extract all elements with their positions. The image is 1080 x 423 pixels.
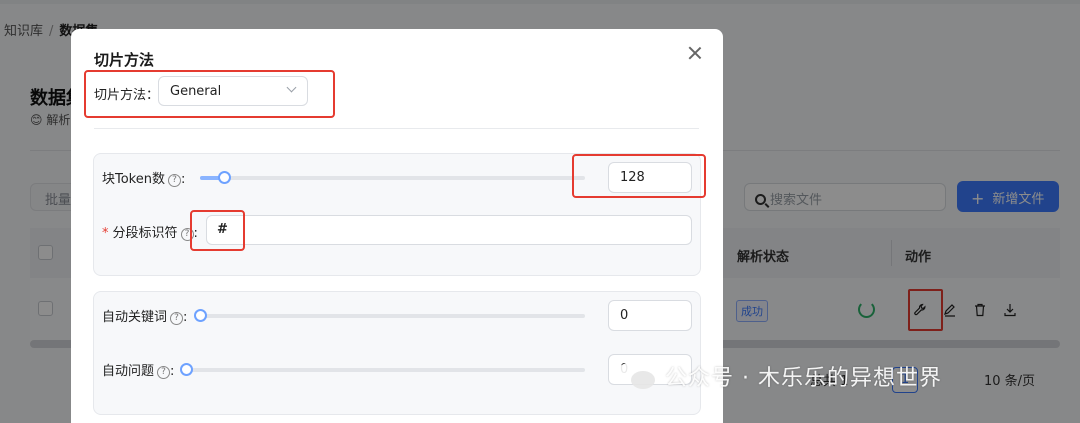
help-icon[interactable]: ?	[157, 366, 171, 379]
auto-questions-slider[interactable]	[180, 363, 585, 376]
delimiter-label: * 分段标识符?:	[102, 222, 198, 241]
watermark: 公众号 · 木乐乐的异想世界	[617, 360, 942, 392]
wechat-icon	[617, 361, 657, 389]
chunk-token-label: 块Token数?:	[102, 168, 185, 187]
help-icon[interactable]: ?	[168, 174, 181, 187]
delimiter-highlight	[190, 210, 245, 251]
auto-questions-slider-handle[interactable]	[180, 363, 193, 376]
chunk-token-colon: :	[181, 172, 186, 187]
delimiter-input[interactable]: #	[206, 215, 692, 245]
chunk-method-highlight	[84, 70, 335, 118]
auto-keywords-input[interactable]: 0	[608, 300, 692, 331]
auto-questions-colon: :	[170, 364, 175, 379]
dialog-title: 切片方法	[94, 51, 155, 69]
auto-keywords-slider-handle[interactable]	[194, 309, 207, 322]
auto-settings-panel: 自动关键词?: 0 自动问题?: 0	[93, 291, 701, 415]
chunk-token-highlight	[572, 154, 706, 198]
auto-questions-label: 自动问题?:	[102, 360, 174, 379]
divider	[94, 128, 699, 129]
chunk-token-slider[interactable]	[200, 171, 585, 184]
help-icon[interactable]: ?	[170, 312, 184, 325]
delimiter-label-text: 分段标识符	[112, 226, 178, 241]
auto-keywords-label: 自动关键词?:	[102, 306, 187, 325]
chunk-token-label-text: 块Token数	[102, 172, 165, 187]
chunk-token-slider-handle[interactable]	[218, 171, 231, 184]
required-mark: *	[102, 226, 109, 241]
auto-keywords-colon: :	[183, 310, 188, 325]
auto-questions-label-text: 自动问题	[102, 364, 155, 379]
watermark-text: 公众号 · 木乐乐的异想世界	[665, 366, 942, 391]
auto-keywords-slider[interactable]	[194, 309, 585, 322]
close-icon[interactable]	[687, 45, 703, 61]
auto-keywords-label-text: 自动关键词	[102, 310, 168, 325]
